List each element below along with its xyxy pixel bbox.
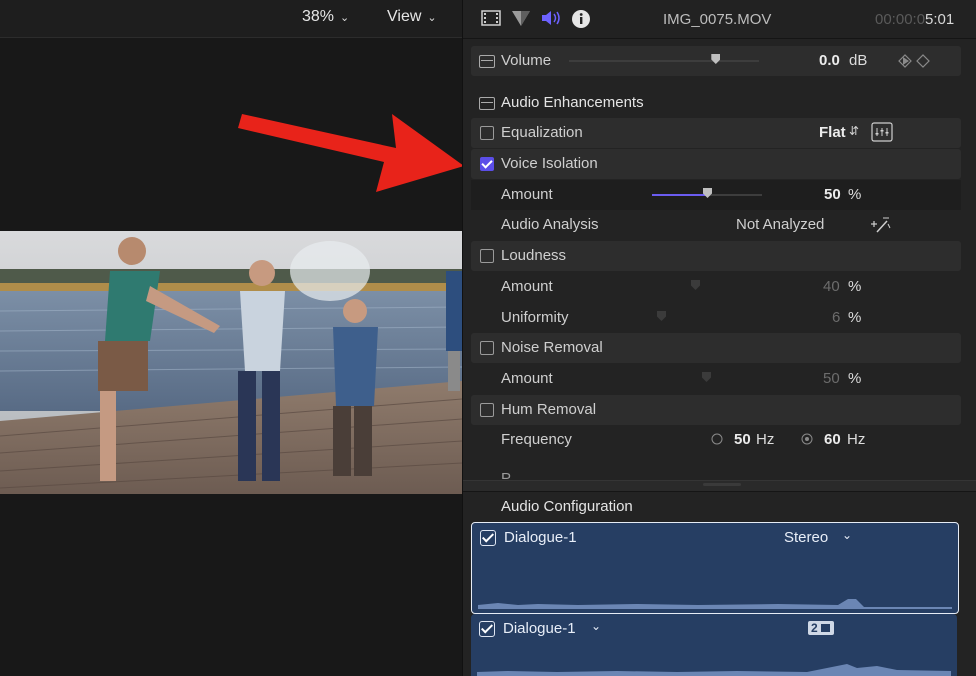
uniformity-unit: % bbox=[848, 309, 861, 326]
audio-enhancements-title: Audio Enhancements bbox=[501, 94, 644, 111]
frequency-50-unit: Hz bbox=[756, 431, 774, 448]
divider-handle[interactable] bbox=[703, 483, 741, 486]
volume-slider-knob[interactable] bbox=[711, 54, 720, 64]
frequency-label: Frequency bbox=[501, 431, 572, 448]
noise-amount-value[interactable]: 50 bbox=[823, 370, 840, 387]
noise-amount-label: Amount bbox=[501, 370, 553, 387]
audio-configuration-title: Audio Configuration bbox=[501, 498, 633, 515]
voice-isolation-label: Voice Isolation bbox=[501, 155, 598, 172]
video-inspector-icon[interactable] bbox=[481, 9, 501, 27]
clip-checkbox[interactable] bbox=[480, 530, 496, 546]
audio-analysis-row: Audio Analysis Not Analyzed bbox=[471, 210, 961, 240]
annotation-arrow-icon bbox=[236, 100, 466, 195]
audio-waveform bbox=[477, 658, 951, 676]
uniformity-label: Uniformity bbox=[501, 309, 569, 326]
clip-name: Dialogue-1 bbox=[504, 529, 577, 546]
loudness-row: Loudness bbox=[471, 241, 961, 271]
section-collapse-icon[interactable] bbox=[479, 97, 495, 110]
voice-isolation-row: Voice Isolation bbox=[471, 149, 961, 179]
chevron-down-icon[interactable]: ⌄ bbox=[591, 619, 601, 633]
voice-amount-label: Amount bbox=[501, 186, 553, 203]
loudness-amount-unit: % bbox=[848, 278, 861, 295]
loudness-checkbox[interactable] bbox=[480, 249, 494, 263]
voice-amount-fill bbox=[652, 194, 707, 196]
view-menu[interactable]: View ⌄ bbox=[387, 8, 437, 26]
hum-removal-label: Hum Removal bbox=[501, 401, 596, 418]
chevron-down-icon: ⌄ bbox=[340, 11, 349, 24]
volume-unit: dB bbox=[849, 52, 867, 69]
noise-removal-checkbox[interactable] bbox=[480, 341, 494, 355]
color-inspector-icon[interactable] bbox=[511, 9, 531, 27]
video-clip-badge: 2 bbox=[808, 621, 834, 635]
uniformity-knob[interactable] bbox=[657, 311, 666, 321]
uniformity-row: Uniformity 6 % bbox=[471, 303, 961, 333]
clip-filename: IMG_0075.MOV bbox=[663, 11, 771, 28]
inspector-panel: IMG_0075.MOV 00:00:05:01 Volume 0.0 dB A… bbox=[462, 0, 976, 676]
radio-60hz[interactable] bbox=[801, 433, 813, 445]
equalization-checkbox[interactable] bbox=[480, 126, 494, 140]
frequency-50-value: 50 bbox=[734, 431, 751, 448]
chevron-down-icon: ⌄ bbox=[427, 11, 436, 24]
viewer: 38% ⌄ View ⌄ bbox=[0, 0, 462, 676]
channel-config-label[interactable]: Stereo bbox=[784, 529, 828, 546]
voice-amount-value[interactable]: 50 bbox=[824, 186, 841, 203]
uniformity-value[interactable]: 6 bbox=[832, 309, 840, 326]
loudness-amount-knob[interactable] bbox=[691, 280, 700, 290]
radio-50hz[interactable] bbox=[711, 433, 723, 445]
chevron-down-icon[interactable]: ⌄ bbox=[842, 528, 852, 542]
voice-isolation-checkbox[interactable] bbox=[480, 157, 494, 171]
loudness-amount-value[interactable]: 40 bbox=[823, 278, 840, 295]
volume-row: Volume 0.0 dB bbox=[471, 46, 961, 76]
audio-waveform bbox=[478, 595, 952, 609]
audio-analysis-label: Audio Analysis bbox=[501, 216, 599, 233]
noise-amount-unit: % bbox=[848, 370, 861, 387]
clip-name: Dialogue-1 bbox=[503, 620, 576, 637]
volume-slider[interactable] bbox=[569, 60, 759, 62]
noise-amount-knob[interactable] bbox=[702, 372, 711, 382]
loudness-amount-label: Amount bbox=[501, 278, 553, 295]
info-inspector-icon[interactable] bbox=[571, 9, 591, 29]
audio-analysis-status: Not Analyzed bbox=[736, 216, 824, 233]
view-label: View bbox=[387, 8, 421, 26]
loudness-label: Loudness bbox=[501, 247, 566, 264]
loudness-amount-row: Amount 40 % bbox=[471, 272, 961, 302]
hum-removal-row: Hum Removal bbox=[471, 395, 961, 425]
clip-checkbox[interactable] bbox=[479, 621, 495, 637]
section-collapse-icon[interactable] bbox=[479, 55, 495, 68]
frequency-60-unit: Hz bbox=[847, 431, 865, 448]
keyframe-navigation-icon[interactable] bbox=[897, 54, 931, 68]
audio-component-clip[interactable]: Dialogue-1 Stereo ⌄ bbox=[471, 522, 959, 614]
frequency-row: Frequency 50 Hz 60 Hz bbox=[471, 425, 961, 455]
voice-amount-knob[interactable] bbox=[703, 188, 712, 198]
volume-value[interactable]: 0.0 bbox=[819, 52, 840, 69]
hum-removal-checkbox[interactable] bbox=[480, 403, 494, 417]
panel-divider[interactable] bbox=[463, 480, 976, 492]
audio-component-clip[interactable]: Dialogue-1 ⌄ 2 bbox=[471, 614, 957, 676]
equalization-label: Equalization bbox=[501, 124, 583, 141]
cut-off-section-title: P bbox=[501, 470, 511, 479]
audio-inspector-icon[interactable] bbox=[541, 9, 563, 27]
updown-chevron-icon[interactable]: ⇵ bbox=[849, 124, 859, 138]
magic-wand-icon[interactable] bbox=[869, 216, 891, 234]
video-camera-icon bbox=[821, 624, 830, 632]
equalization-row: Equalization Flat ⇵ bbox=[471, 118, 961, 148]
noise-removal-row: Noise Removal bbox=[471, 333, 961, 363]
inspector-header: IMG_0075.MOV 00:00:05:01 bbox=[463, 0, 976, 39]
video-frame bbox=[0, 231, 462, 494]
volume-label: Volume bbox=[501, 52, 551, 69]
zoom-level: 38% bbox=[302, 8, 334, 26]
noise-removal-label: Noise Removal bbox=[501, 339, 603, 356]
frequency-60-value: 60 bbox=[824, 431, 841, 448]
viewer-toolbar: 38% ⌄ View ⌄ bbox=[0, 0, 462, 38]
clip-timecode: 00:00:05:01 bbox=[875, 11, 954, 28]
equalizer-settings-icon[interactable] bbox=[871, 122, 893, 142]
voice-amount-unit: % bbox=[848, 186, 861, 203]
voice-isolation-amount-row: Amount 50 % bbox=[471, 180, 961, 210]
noise-amount-row: Amount 50 % bbox=[471, 364, 961, 394]
zoom-menu[interactable]: 38% ⌄ bbox=[302, 8, 349, 26]
equalization-preset[interactable]: Flat bbox=[819, 124, 846, 141]
